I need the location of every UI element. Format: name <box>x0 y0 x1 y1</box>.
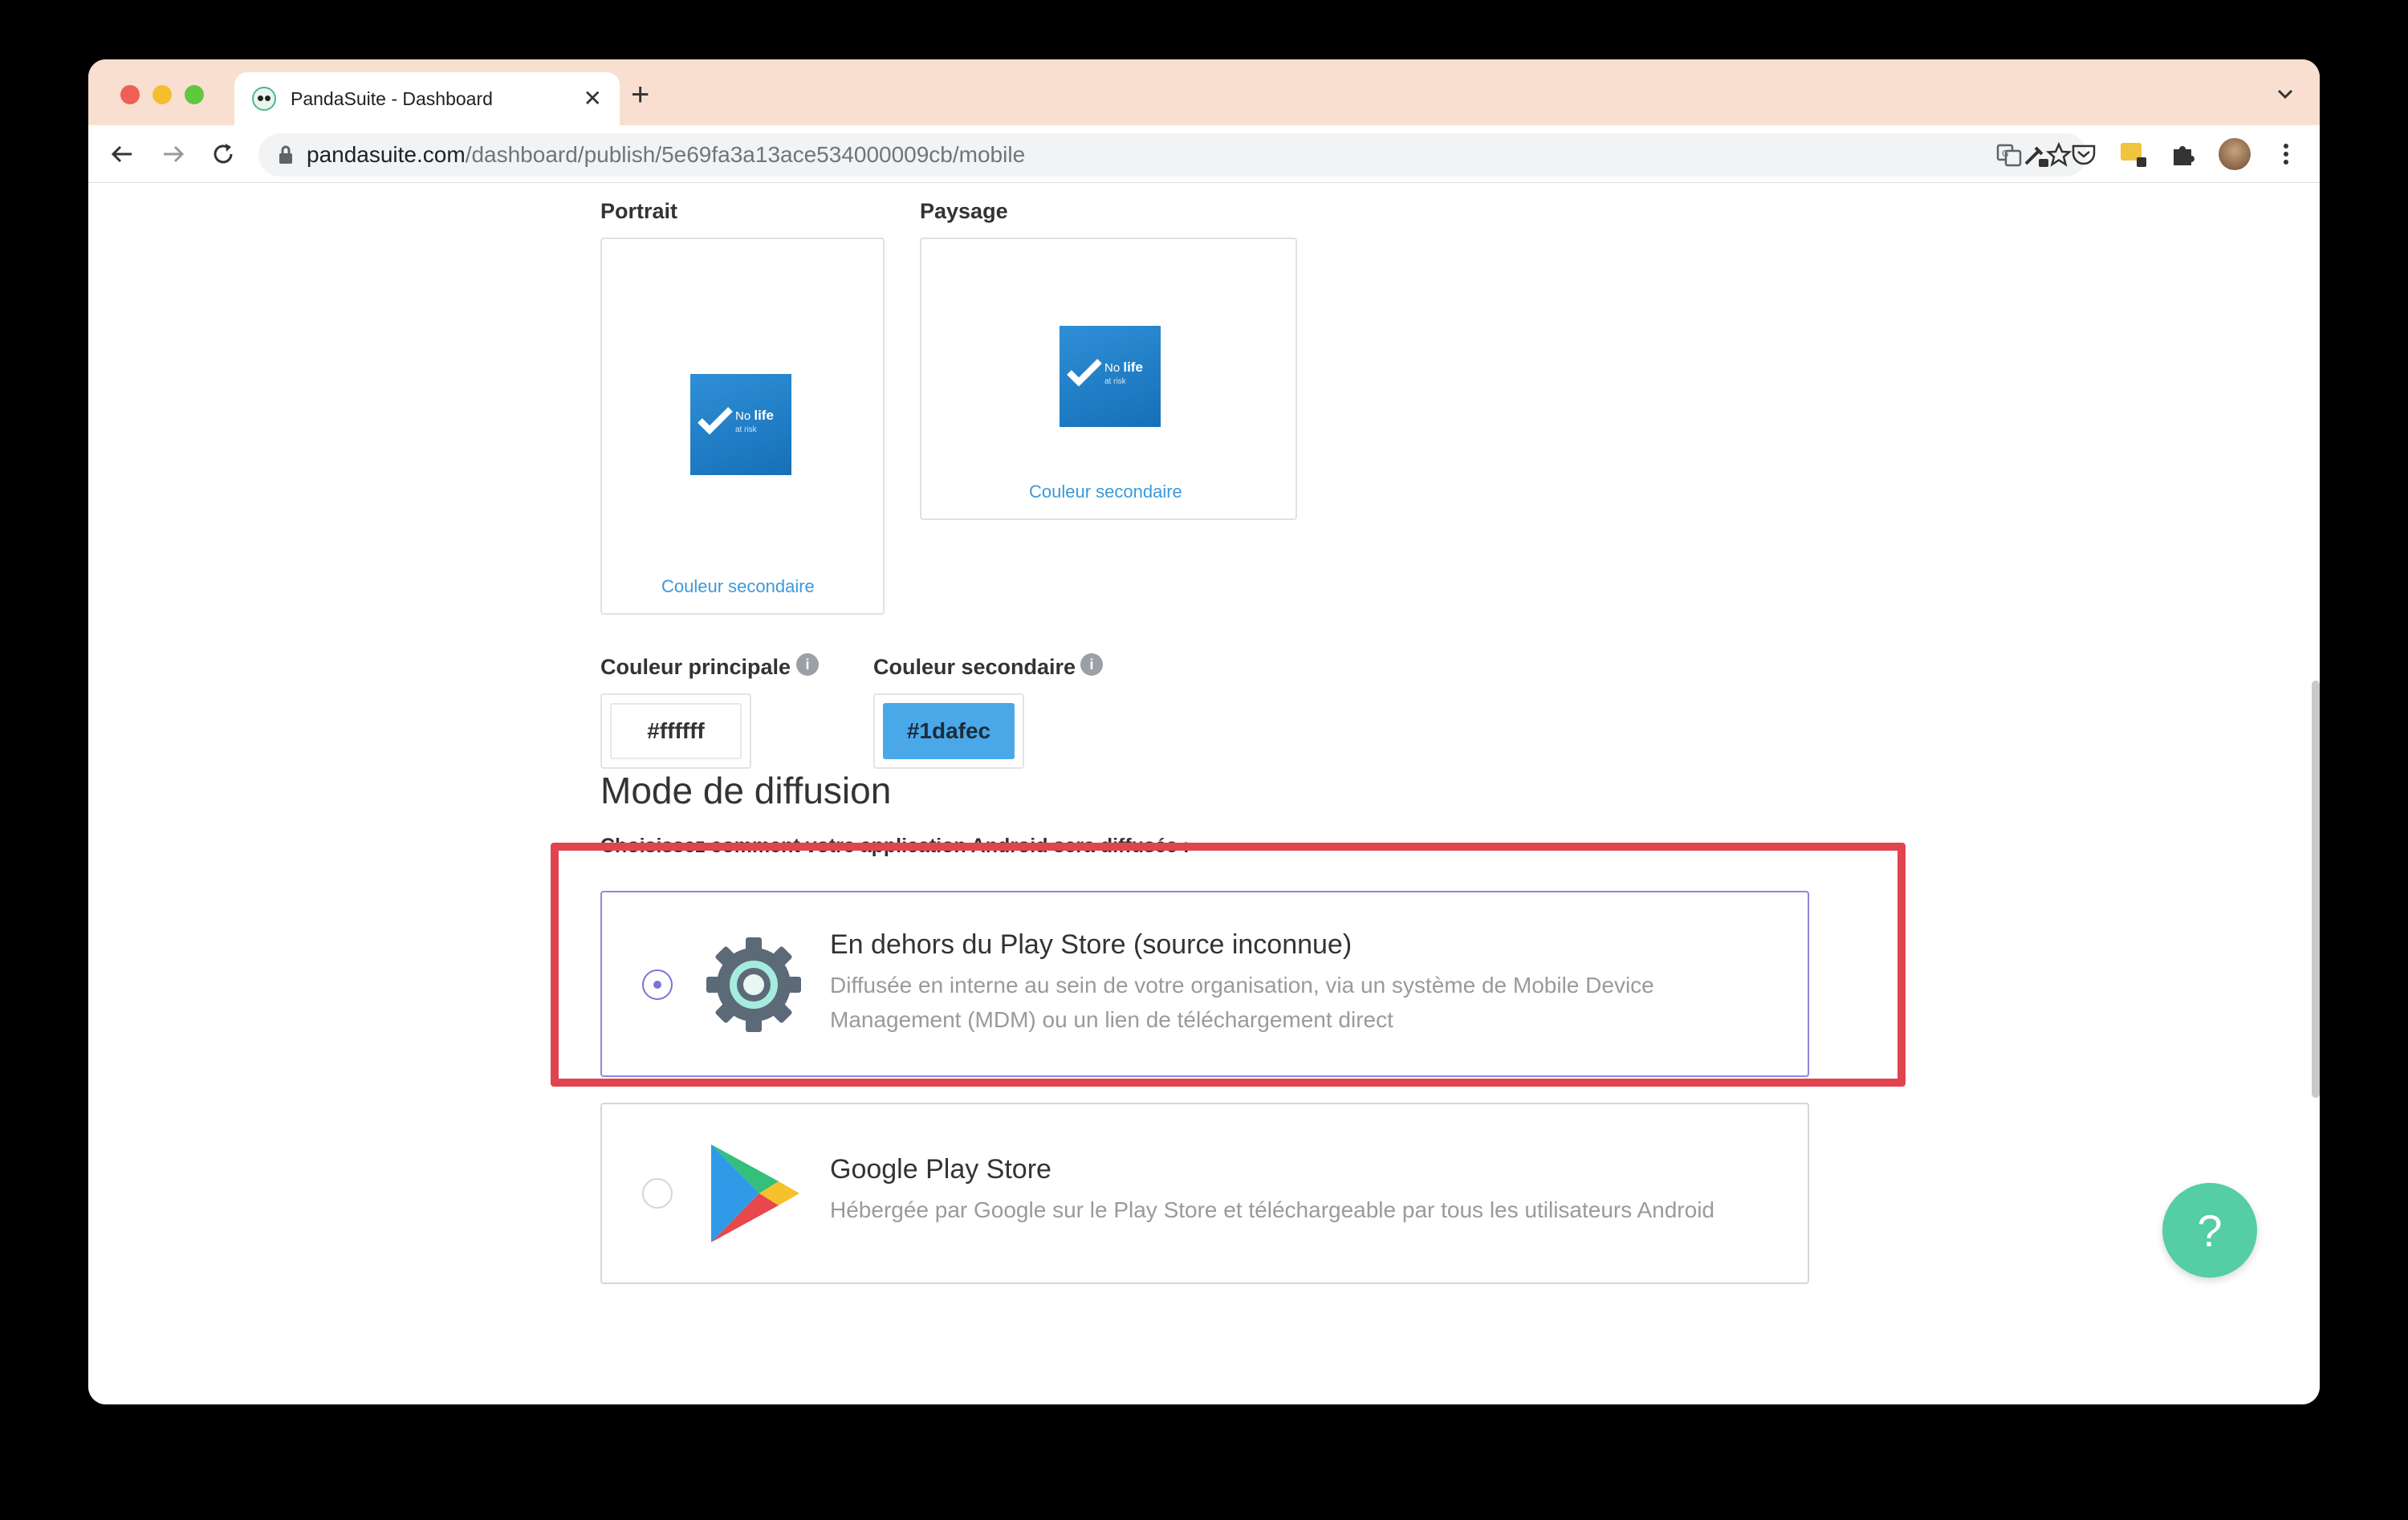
eyedropper-extension-icon[interactable] <box>2021 140 2050 169</box>
checkmark-icon <box>698 407 733 435</box>
help-button[interactable]: ? <box>2162 1183 2257 1278</box>
maximize-window-button[interactable] <box>185 85 204 104</box>
info-icon[interactable]: i <box>796 653 819 676</box>
secondary-color-label: Couleur secondaire <box>873 655 1076 679</box>
reload-icon[interactable] <box>209 140 238 169</box>
portrait-preview: No life at risk Couleur secondaire <box>600 238 885 615</box>
logo-text: No life at risk <box>735 408 774 434</box>
address-bar[interactable]: pandasuite.com/dashboard/publish/5e69fa3… <box>258 133 2087 177</box>
minimize-window-button[interactable] <box>153 85 172 104</box>
lock-icon <box>279 145 292 164</box>
option-title: En dehors du Play Store (source inconnue… <box>830 929 1352 960</box>
profile-avatar[interactable] <box>2219 138 2251 170</box>
panda-favicon-icon <box>252 87 276 111</box>
vertical-scrollbar[interactable] <box>2312 681 2320 1098</box>
tab-pandasuite-dashboard[interactable]: PandaSuite - Dashboard ✕ <box>234 72 620 125</box>
landscape-label: Paysage <box>920 199 1008 223</box>
option-description: Diffusée en interne au sein de votre org… <box>830 973 1654 1032</box>
translate-icon[interactable]: G <box>1995 141 2023 169</box>
forward-arrow-icon[interactable] <box>159 140 188 169</box>
primary-color-input[interactable]: #ffffff <box>610 703 742 759</box>
distribution-mode-subtitle: Choisissez comment votre application And… <box>600 835 1190 857</box>
radio-google-play-store[interactable] <box>642 1178 673 1209</box>
tab-title: PandaSuite - Dashboard <box>291 87 493 109</box>
url-text: pandasuite.com/dashboard/publish/5e69fa3… <box>307 142 1026 167</box>
chevron-down-icon[interactable] <box>2275 83 2296 104</box>
page-content: Portrait Paysage No life at risk Couleur… <box>88 183 2320 1404</box>
portrait-secondary-color-link[interactable]: Couleur secondaire <box>661 576 815 597</box>
browser-toolbar: pandasuite.com/dashboard/publish/5e69fa3… <box>88 125 2320 183</box>
landscape-preview: No life at risk Couleur secondaire <box>920 238 1297 520</box>
svg-text:G: G <box>2002 148 2009 159</box>
tab-bar: PandaSuite - Dashboard ✕ + <box>88 59 2320 125</box>
back-arrow-icon[interactable] <box>108 140 136 169</box>
checkmark-icon <box>1067 359 1102 387</box>
google-play-icon <box>711 1144 799 1242</box>
option-outside-play-store[interactable]: En dehors du Play Store (source inconnue… <box>600 891 1809 1077</box>
notes-extension-icon[interactable] <box>2119 140 2148 169</box>
option-description: Hébergée par Google sur le Play Store et… <box>830 1197 1714 1222</box>
secondary-color-input[interactable]: #1dafec <box>883 703 1015 759</box>
logo-text: No life at risk <box>1104 360 1143 386</box>
option-google-play-store[interactable]: Google Play Store Hébergée par Google su… <box>600 1103 1809 1284</box>
pocket-extension-icon[interactable] <box>2069 140 2098 169</box>
browser-window: PandaSuite - Dashboard ✕ + pandasuite.co… <box>88 59 2320 1404</box>
primary-color-label: Couleur principale <box>600 655 791 679</box>
extensions-puzzle-icon[interactable] <box>2169 140 2198 169</box>
tab-close-icon[interactable]: ✕ <box>584 87 602 110</box>
distribution-mode-title: Mode de diffusion <box>600 770 892 811</box>
primary-color-picker: #ffffff <box>600 693 751 769</box>
app-logo: No life at risk <box>690 374 791 475</box>
more-menu-icon[interactable] <box>2272 140 2300 169</box>
radio-outside-play-store[interactable] <box>642 969 673 1000</box>
close-window-button[interactable] <box>120 85 140 104</box>
app-logo: No life at risk <box>1060 326 1161 427</box>
portrait-label: Portrait <box>600 199 678 223</box>
new-tab-button[interactable]: + <box>631 79 649 111</box>
option-title: Google Play Store <box>830 1154 1051 1185</box>
landscape-secondary-color-link[interactable]: Couleur secondaire <box>1029 482 1182 502</box>
secondary-color-picker: #1dafec <box>873 693 1024 769</box>
gear-icon <box>706 937 801 1032</box>
info-icon[interactable]: i <box>1080 653 1103 676</box>
